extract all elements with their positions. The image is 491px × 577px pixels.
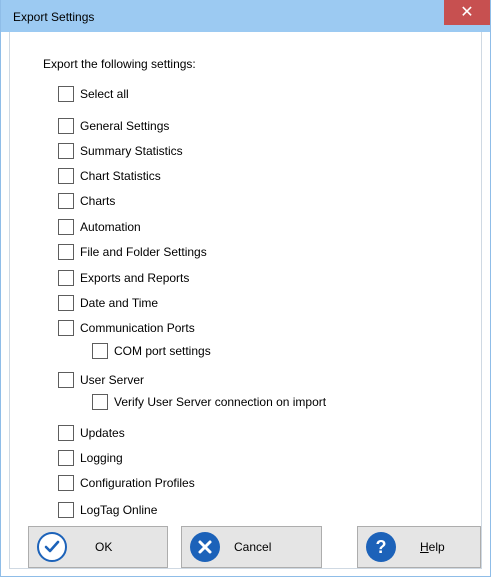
select-all-option[interactable]: Select all xyxy=(58,84,129,104)
select-all-label: Select all xyxy=(80,87,129,101)
exports-reports-option[interactable]: Exports and Reports xyxy=(58,268,189,288)
charts-label: Charts xyxy=(80,194,116,208)
configuration-profiles-checkbox[interactable] xyxy=(58,475,74,491)
question-mark-icon: ? xyxy=(366,532,396,562)
chart-statistics-label: Chart Statistics xyxy=(80,169,161,183)
general-settings-checkbox[interactable] xyxy=(58,118,74,134)
logtag-online-option[interactable]: LogTag Online xyxy=(58,500,157,520)
automation-label: Automation xyxy=(80,220,141,234)
logging-option[interactable]: Logging xyxy=(58,448,123,468)
file-folder-settings-checkbox[interactable] xyxy=(58,244,74,260)
logtag-online-label: LogTag Online xyxy=(80,503,158,517)
com-port-settings-label: COM port settings xyxy=(114,344,211,358)
date-time-checkbox[interactable] xyxy=(58,295,74,311)
export-settings-dialog: Export Settings ✕ Export the following s… xyxy=(0,0,491,577)
user-server-label: User Server xyxy=(80,373,145,387)
communication-ports-checkbox[interactable] xyxy=(58,320,74,336)
automation-option[interactable]: Automation xyxy=(58,217,141,237)
configuration-profiles-option[interactable]: Configuration Profiles xyxy=(58,473,195,493)
logtag-online-checkbox[interactable] xyxy=(58,502,74,518)
cancel-label: Cancel xyxy=(234,540,272,554)
communication-ports-label: Communication Ports xyxy=(80,321,195,335)
file-folder-settings-label: File and Folder Settings xyxy=(80,245,207,259)
checkmark-icon xyxy=(37,532,67,562)
help-button[interactable]: ? Help xyxy=(357,526,481,568)
com-port-settings-checkbox[interactable] xyxy=(92,343,108,359)
communication-ports-option[interactable]: Communication Ports xyxy=(58,318,195,338)
verify-user-server-checkbox[interactable] xyxy=(92,394,108,410)
logging-checkbox[interactable] xyxy=(58,450,74,466)
general-settings-label: General Settings xyxy=(80,119,170,133)
close-icon: ✕ xyxy=(460,3,474,21)
updates-option[interactable]: Updates xyxy=(58,423,125,443)
automation-checkbox[interactable] xyxy=(58,219,74,235)
general-settings-option[interactable]: General Settings xyxy=(58,116,169,136)
date-time-label: Date and Time xyxy=(80,296,159,310)
verify-user-server-option[interactable]: Verify User Server connection on import xyxy=(92,392,326,412)
dialog-title: Export Settings xyxy=(13,10,95,24)
cancel-button[interactable]: Cancel xyxy=(181,526,322,568)
verify-user-server-label: Verify User Server connection on import xyxy=(114,395,327,409)
export-heading: Export the following settings: xyxy=(43,57,196,71)
ok-label: OK xyxy=(95,540,113,554)
user-server-option[interactable]: User Server xyxy=(58,370,144,390)
summary-statistics-label: Summary Statistics xyxy=(80,144,183,158)
chart-statistics-option[interactable]: Chart Statistics xyxy=(58,166,161,186)
exports-reports-checkbox[interactable] xyxy=(58,270,74,286)
title-bar: Export Settings ✕ xyxy=(1,0,490,32)
summary-statistics-option[interactable]: Summary Statistics xyxy=(58,141,183,161)
charts-checkbox[interactable] xyxy=(58,193,74,209)
exports-reports-label: Exports and Reports xyxy=(80,271,190,285)
file-folder-settings-option[interactable]: File and Folder Settings xyxy=(58,242,207,262)
logging-label: Logging xyxy=(80,451,123,465)
close-button[interactable]: ✕ xyxy=(444,0,490,25)
ok-button[interactable]: OK xyxy=(28,526,168,568)
select-all-checkbox[interactable] xyxy=(58,86,74,102)
summary-statistics-checkbox[interactable] xyxy=(58,143,74,159)
cancel-x-icon xyxy=(190,532,220,562)
updates-checkbox[interactable] xyxy=(58,425,74,441)
date-time-option[interactable]: Date and Time xyxy=(58,293,158,313)
user-server-checkbox[interactable] xyxy=(58,372,74,388)
configuration-profiles-label: Configuration Profiles xyxy=(80,476,195,490)
help-label: Help xyxy=(420,540,445,554)
updates-label: Updates xyxy=(80,426,125,440)
charts-option[interactable]: Charts xyxy=(58,191,115,211)
com-port-settings-option[interactable]: COM port settings xyxy=(92,341,211,361)
chart-statistics-checkbox[interactable] xyxy=(58,168,74,184)
